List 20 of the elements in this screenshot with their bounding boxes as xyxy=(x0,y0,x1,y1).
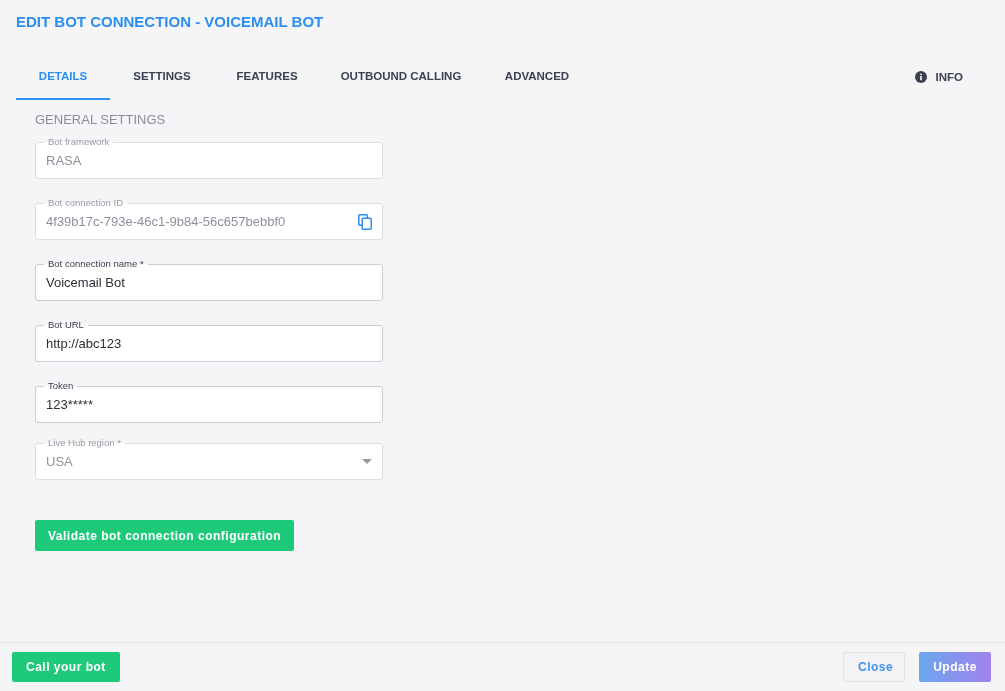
field-value: USA xyxy=(46,454,74,469)
section-heading: GENERAL SETTINGS xyxy=(35,112,167,128)
field-label: Bot URL xyxy=(44,319,88,331)
info-icon[interactable] xyxy=(914,70,927,83)
dialog-title: EDIT BOT CONNECTION - VOICEMAIL BOT xyxy=(16,12,325,32)
tab[interactable]: FEATURES xyxy=(214,61,320,100)
field-label: Bot connection name * xyxy=(44,258,148,270)
field-value: 123***** xyxy=(46,397,94,412)
field-label: Bot connection ID xyxy=(44,197,127,209)
tab[interactable]: SETTINGS xyxy=(110,61,214,100)
field-value: Voicemail Bot xyxy=(46,275,126,290)
field-value: RASA xyxy=(46,153,83,168)
tab[interactable]: OUTBOUND CALLING xyxy=(320,61,482,100)
field-label: Live Hub region * xyxy=(44,437,125,449)
tab[interactable]: ADVANCED xyxy=(482,61,592,100)
field-value: 4f39b17c-793e-46c1-9b84-56c657bebbf0 xyxy=(46,214,287,229)
field-value: http://abc123 xyxy=(46,336,123,351)
field-label: Bot framework xyxy=(44,136,114,148)
info-link[interactable]: INFO xyxy=(935,70,963,83)
field-label: Token xyxy=(44,380,78,392)
